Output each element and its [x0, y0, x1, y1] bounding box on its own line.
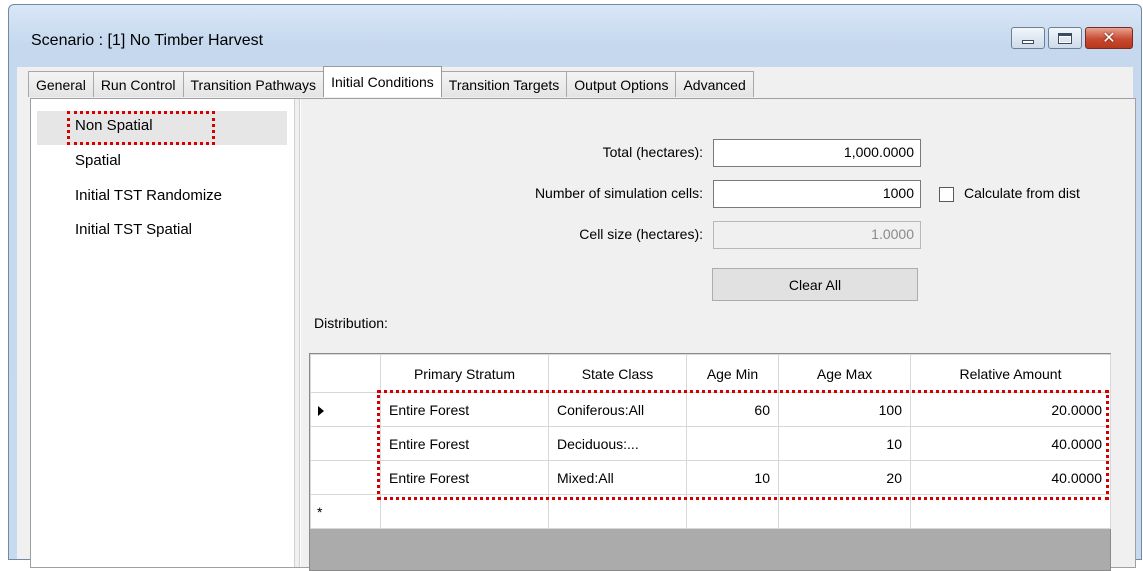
close-button[interactable]: ✕	[1085, 27, 1133, 49]
title-bar[interactable]: Scenario : [1] No Timber Harvest ✕	[9, 5, 1141, 49]
calculate-from-dist-checkbox[interactable]	[939, 187, 954, 202]
simulation-cells-label: Number of simulation cells:	[534, 185, 703, 201]
calculate-from-dist-label: Calculate from dist	[964, 185, 1080, 201]
new-row[interactable]: *	[310, 494, 1111, 529]
cell-age-min[interactable]: 10	[686, 460, 779, 495]
tab-transition-targets[interactable]: Transition Targets	[440, 71, 568, 97]
splitter[interactable]	[294, 99, 300, 567]
cell-size-field: 1.0000	[713, 221, 921, 249]
cell-relative-amount[interactable]	[910, 494, 1111, 529]
column-header-primary-stratum[interactable]: Primary Stratum	[380, 354, 549, 393]
distribution-grid: Primary Stratum State Class Age Min Age …	[309, 353, 1111, 571]
row-header-corner	[310, 354, 381, 393]
tab-initial-conditions[interactable]: Initial Conditions	[323, 66, 442, 97]
cell-age-max[interactable]: 10	[778, 426, 911, 461]
row-header-new[interactable]: *	[310, 494, 381, 529]
nav-item-initial-tst-randomize[interactable]: Initial TST Randomize	[75, 187, 222, 204]
maximize-icon	[1058, 32, 1072, 44]
table-row[interactable]: Entire Forest Deciduous:... 10 40.0000	[310, 426, 1111, 461]
cell-state-class[interactable]: Mixed:All	[548, 460, 687, 495]
column-header-age-min[interactable]: Age Min	[686, 354, 779, 393]
maximize-button[interactable]	[1048, 27, 1082, 49]
distribution-table: Primary Stratum State Class Age Min Age …	[310, 354, 1111, 529]
column-header-state-class[interactable]: State Class	[548, 354, 687, 393]
cell-age-min[interactable]	[686, 426, 779, 461]
minimize-button[interactable]	[1011, 27, 1045, 49]
row-header[interactable]	[310, 460, 381, 495]
cell-state-class[interactable]: Coniferous:All	[548, 392, 687, 427]
cell-size-label: Cell size (hectares):	[579, 226, 703, 242]
grid-header-row: Primary Stratum State Class Age Min Age …	[310, 354, 1111, 393]
clear-all-button[interactable]: Clear All	[712, 268, 918, 301]
tab-bar: General Run Control Transition Pathways …	[28, 66, 754, 97]
cell-age-min[interactable]	[686, 494, 779, 529]
row-header-current[interactable]	[310, 392, 381, 427]
cell-age-max[interactable]: 100	[778, 392, 911, 427]
cell-primary-stratum[interactable]: Entire Forest	[380, 460, 549, 495]
cell-state-class[interactable]	[548, 494, 687, 529]
nav-item-spatial[interactable]: Spatial	[75, 152, 121, 169]
tab-output-options[interactable]: Output Options	[566, 71, 677, 97]
cell-state-class[interactable]: Deciduous:...	[548, 426, 687, 461]
new-row-marker: *	[317, 503, 323, 520]
column-header-relative-amount[interactable]: Relative Amount	[910, 354, 1111, 393]
simulation-cells-field[interactable]: 1000	[713, 180, 921, 208]
distribution-label: Distribution:	[314, 315, 388, 331]
minimize-icon	[1022, 40, 1034, 44]
window-controls: ✕	[1011, 27, 1133, 49]
window-title: Scenario : [1] No Timber Harvest	[31, 32, 264, 49]
nav-item-initial-tst-spatial[interactable]: Initial TST Spatial	[75, 221, 192, 238]
cell-relative-amount[interactable]: 40.0000	[910, 460, 1111, 495]
close-icon: ✕	[1102, 30, 1116, 47]
initial-conditions-page: Non Spatial Spatial Initial TST Randomiz…	[30, 98, 1136, 571]
table-row[interactable]: Entire Forest Mixed:All 10 20 40.0000	[310, 460, 1111, 495]
cell-age-min[interactable]: 60	[686, 392, 779, 427]
cell-age-max[interactable]: 20	[778, 460, 911, 495]
nav-panel: Non Spatial Spatial Initial TST Randomiz…	[31, 99, 294, 567]
cell-relative-amount[interactable]: 40.0000	[910, 426, 1111, 461]
total-hectares-label: Total (hectares):	[602, 144, 703, 160]
total-hectares-field[interactable]: 1,000.0000	[713, 139, 921, 167]
row-header[interactable]	[310, 426, 381, 461]
current-row-arrow-icon	[318, 405, 324, 416]
nav-item-non-spatial[interactable]: Non Spatial	[75, 117, 153, 134]
cell-primary-stratum[interactable]: Entire Forest	[380, 392, 549, 427]
column-header-age-max[interactable]: Age Max	[778, 354, 911, 393]
cell-age-max[interactable]	[778, 494, 911, 529]
tab-run-control[interactable]: Run Control	[92, 71, 184, 97]
tab-general[interactable]: General	[28, 71, 94, 97]
cell-primary-stratum[interactable]	[380, 494, 549, 529]
cell-relative-amount[interactable]: 20.0000	[910, 392, 1111, 427]
settings-panel: Total (hectares): 1,000.0000 Number of s…	[301, 99, 1135, 571]
cell-primary-stratum[interactable]: Entire Forest	[380, 426, 549, 461]
table-row[interactable]: Entire Forest Coniferous:All 60 100 20.0…	[310, 392, 1111, 427]
tab-advanced[interactable]: Advanced	[675, 71, 754, 97]
tab-transition-pathways[interactable]: Transition Pathways	[182, 71, 325, 97]
